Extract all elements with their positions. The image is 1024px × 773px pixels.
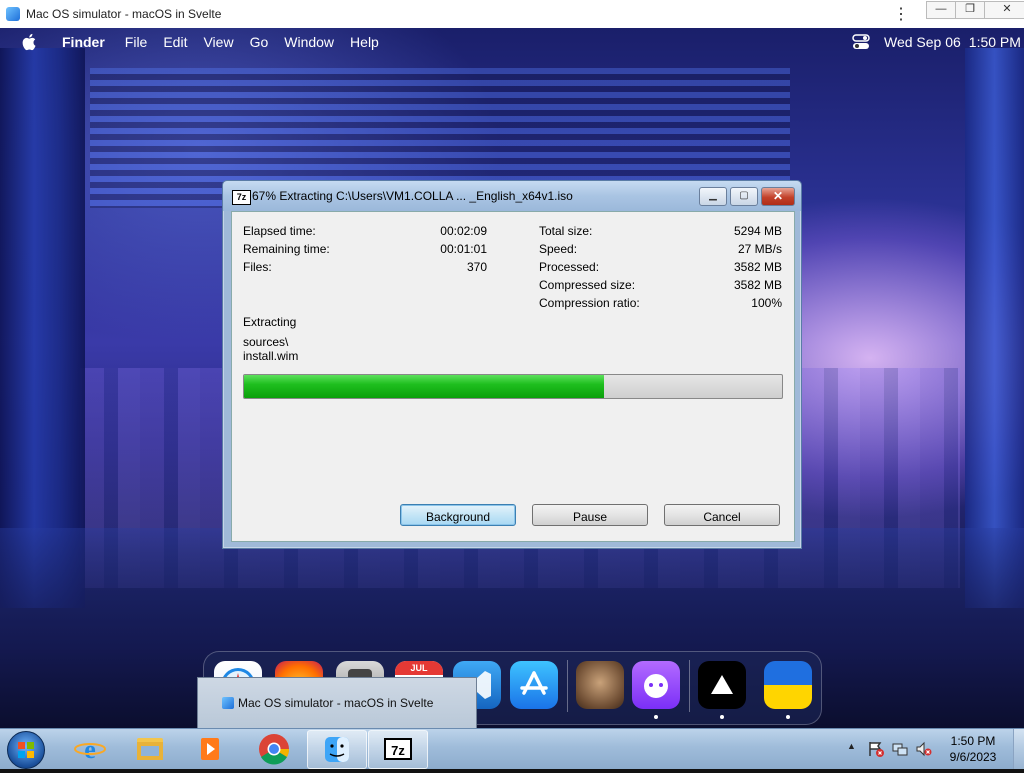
media-player-icon[interactable]	[181, 730, 239, 767]
running-indicator	[654, 715, 658, 719]
menu-app-name[interactable]: Finder	[62, 34, 105, 50]
taskbar-thumbnail-preview[interactable]: Mac OS simulator - macOS in Svelte	[197, 677, 477, 729]
processed-label: Processed:	[539, 260, 600, 274]
speed-value: 27 MB/s	[737, 242, 782, 256]
current-path: sources\	[243, 335, 289, 349]
browser-app-icon	[222, 697, 234, 709]
menu-go[interactable]: Go	[250, 34, 269, 50]
preview-title: Mac OS simulator - macOS in Svelte	[238, 696, 434, 710]
menu-file[interactable]: File	[125, 34, 148, 50]
progress-fill	[244, 375, 605, 398]
app-store-icon[interactable]	[510, 661, 558, 709]
menubar-time[interactable]: 1:50 PM	[969, 34, 1021, 50]
cancel-button[interactable]: Cancel	[664, 504, 780, 526]
total-size-value: 5294 MB	[733, 224, 782, 238]
volume-muted-icon[interactable]	[916, 741, 932, 757]
mac-menubar: Finder File Edit View Go Window Help Wed…	[0, 28, 1024, 56]
menu-window[interactable]: Window	[284, 34, 334, 50]
menu-help[interactable]: Help	[350, 34, 379, 50]
finder-app-icon[interactable]	[307, 730, 367, 769]
clock-time: 1:50 PM	[950, 734, 996, 748]
elapsed-time-label: Elapsed time:	[243, 224, 316, 238]
dialog-maximize-button[interactable]: ▢	[730, 187, 758, 206]
menu-view[interactable]: View	[203, 34, 233, 50]
dialog-window-controls: ▁ ▢ ✕	[696, 187, 795, 206]
restore-button[interactable]: ❐	[955, 1, 985, 19]
show-desktop-button[interactable]	[1013, 729, 1024, 769]
wallpaper-curtain-left	[0, 48, 85, 608]
menubar-date[interactable]: Wed Sep 06	[884, 34, 961, 50]
tray-overflow-arrow[interactable]: ▲	[847, 741, 856, 751]
operation-status: Extracting	[243, 315, 297, 329]
running-indicator	[786, 715, 790, 719]
control-center-icon[interactable]	[852, 34, 870, 50]
extract-dialog: 7z 67% Extracting C:\Users\VM1.COLLA ...…	[222, 180, 802, 549]
dialog-title: 67% Extracting C:\Users\VM1.COLLA ... _E…	[252, 189, 573, 203]
elapsed-time-value: 00:02:09	[440, 224, 487, 238]
processed-value: 3582 MB	[733, 260, 782, 274]
svg-text:7z: 7z	[391, 743, 405, 758]
svg-text:e: e	[84, 735, 96, 764]
kebab-menu-icon[interactable]: ⋮	[893, 4, 909, 24]
cat-photo-icon[interactable]	[576, 661, 624, 709]
internet-explorer-icon[interactable]: e	[61, 730, 119, 767]
running-indicator	[720, 715, 724, 719]
windows-taskbar: e 7z ▲ 1:50 PM 9/6/2023	[0, 728, 1024, 769]
network-icon[interactable]	[892, 741, 908, 757]
action-center-flag-icon[interactable]	[868, 741, 884, 757]
calendar-month: JUL	[395, 661, 443, 675]
wallpaper-curtain-right	[965, 48, 1024, 608]
clock-date: 9/6/2023	[949, 750, 997, 764]
background-button[interactable]: Background	[400, 504, 516, 526]
files-value: 370	[466, 260, 487, 274]
current-file: install.wim	[243, 349, 299, 363]
total-size-label: Total size:	[539, 224, 593, 238]
dock-separator	[567, 660, 568, 712]
files-label: Files:	[243, 260, 272, 274]
host-window-title: Mac OS simulator - macOS in Svelte	[26, 7, 222, 21]
host-window-controls: — ❐ ✕	[926, 1, 1024, 19]
apple-logo-icon[interactable]	[22, 33, 38, 51]
file-explorer-icon[interactable]	[121, 730, 179, 767]
7zip-taskbar-icon[interactable]: 7z	[368, 730, 428, 769]
compression-ratio-label: Compression ratio:	[539, 296, 640, 310]
speed-label: Speed:	[539, 242, 578, 256]
menubar-status-area: Wed Sep 06 1:50 PM	[852, 28, 1021, 56]
compressed-size-value: 3582 MB	[733, 278, 782, 292]
dialog-close-button[interactable]: ✕	[761, 187, 795, 206]
github-icon[interactable]	[632, 661, 680, 709]
menu-edit[interactable]: Edit	[163, 34, 187, 50]
chrome-icon[interactable]	[245, 730, 303, 767]
dialog-titlebar[interactable]: 7z 67% Extracting C:\Users\VM1.COLLA ...…	[223, 181, 801, 211]
host-titlebar: Mac OS simulator - macOS in Svelte ⋮ — ❐…	[0, 0, 1024, 29]
remaining-time-value: 00:01:01	[440, 242, 487, 256]
7zip-icon: 7z	[232, 190, 251, 205]
extraction-progress-bar	[243, 374, 783, 399]
dock-separator	[689, 660, 690, 712]
dialog-minimize-button[interactable]: ▁	[699, 187, 727, 206]
vercel-icon[interactable]	[698, 661, 746, 709]
dialog-body: Elapsed time: 00:02:09 Remaining time: 0…	[231, 211, 795, 542]
ukraine-flag-icon[interactable]	[764, 661, 812, 709]
start-button[interactable]	[7, 731, 45, 769]
browser-app-icon	[6, 7, 20, 21]
close-button[interactable]: ✕	[984, 1, 1024, 19]
pause-button[interactable]: Pause	[532, 504, 648, 526]
minimize-button[interactable]: —	[926, 1, 956, 19]
compression-ratio-value: 100%	[751, 296, 782, 310]
taskbar-clock[interactable]: 1:50 PM 9/6/2023	[938, 733, 1008, 765]
windows-logo-icon	[18, 742, 34, 758]
compressed-size-label: Compressed size:	[539, 278, 636, 292]
remaining-time-label: Remaining time:	[243, 242, 330, 256]
